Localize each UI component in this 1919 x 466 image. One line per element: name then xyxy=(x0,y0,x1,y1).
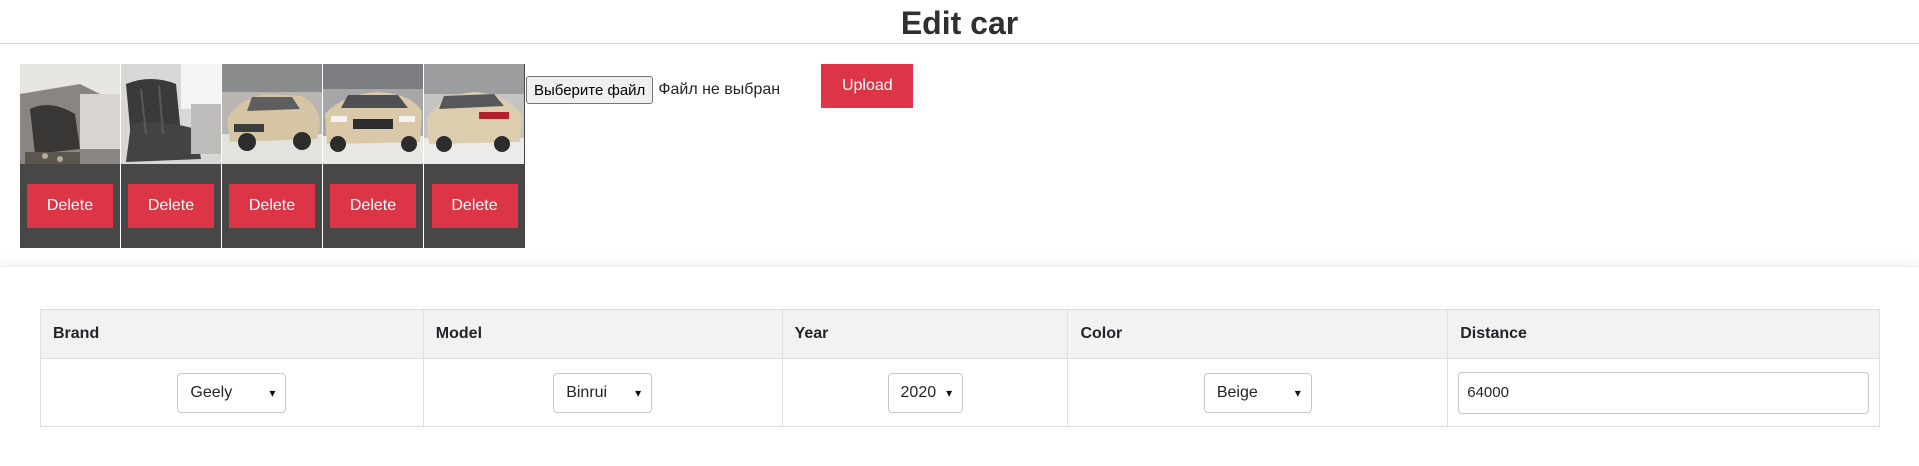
car-photo-interior-front xyxy=(20,64,120,164)
page-title: Edit car xyxy=(900,4,1019,41)
photo-card: Delete xyxy=(323,64,424,248)
distance-input[interactable] xyxy=(1458,371,1869,414)
color-select-value: Beige xyxy=(1216,383,1258,401)
photo-card: Delete xyxy=(424,64,525,248)
car-photo-exterior-front xyxy=(323,64,423,164)
car-details-table: Brand Model Year Color Distance Geely ▾ … xyxy=(40,309,1880,427)
chevron-down-icon: ▾ xyxy=(635,385,642,400)
photo-actions: Delete xyxy=(323,164,423,248)
delete-photo-button[interactable]: Delete xyxy=(27,184,113,228)
delete-photo-button[interactable]: Delete xyxy=(330,184,416,228)
brand-select-value: Geely xyxy=(190,383,233,401)
chevron-down-icon: ▾ xyxy=(1294,385,1301,400)
car-photo-exterior-front-left xyxy=(222,64,322,164)
column-header-color: Color xyxy=(1067,309,1449,359)
delete-photo-button[interactable]: Delete xyxy=(431,184,518,228)
year-select-value: 2020 xyxy=(900,383,937,401)
upload-button[interactable]: Upload xyxy=(821,64,914,108)
color-select[interactable]: Beige ▾ xyxy=(1203,372,1312,413)
photo-card: Delete xyxy=(222,64,323,248)
page-header: Edit car xyxy=(0,0,1919,44)
car-photo-interior-rear xyxy=(121,64,221,164)
photo-actions: Delete xyxy=(121,164,221,248)
column-header-brand: Brand xyxy=(40,309,424,359)
distance-cell xyxy=(1447,358,1880,427)
year-cell: 2020 ▾ xyxy=(781,358,1069,427)
upload-area: Выберите файл Файл не выбран Upload xyxy=(526,64,914,108)
model-cell: Binrui ▾ xyxy=(422,358,783,427)
delete-photo-button[interactable]: Delete xyxy=(229,184,315,228)
brand-cell: Geely ▾ xyxy=(40,358,424,427)
chevron-down-icon: ▾ xyxy=(269,385,276,400)
column-header-year: Year xyxy=(781,309,1069,359)
photo-actions: Delete xyxy=(222,164,322,248)
car-details-panel: Brand Model Year Color Distance Geely ▾ … xyxy=(0,266,1919,466)
choose-file-button[interactable]: Выберите файл xyxy=(526,76,654,104)
photo-actions: Delete xyxy=(20,164,120,248)
gallery-row: Delete Delete Delete Delete Delete Выбер… xyxy=(20,64,914,248)
model-select-value: Binrui xyxy=(566,383,608,401)
photo-actions: Delete xyxy=(424,164,525,248)
car-photo-exterior-rear xyxy=(424,64,524,164)
column-header-model: Model xyxy=(422,309,783,359)
photo-card: Delete xyxy=(20,64,121,248)
table-row: Geely ▾ Binrui ▾ 2020 ▾ Beige ▾ 64000 xyxy=(40,358,1880,427)
year-select[interactable]: 2020 ▾ xyxy=(887,372,963,413)
color-cell: Beige ▾ xyxy=(1067,358,1449,427)
delete-photo-button[interactable]: Delete xyxy=(128,184,214,228)
model-select[interactable]: Binrui ▾ xyxy=(553,372,653,413)
column-header-distance: Distance xyxy=(1447,309,1880,359)
chevron-down-icon: ▾ xyxy=(946,385,953,400)
photo-card: Delete xyxy=(121,64,222,248)
photo-gallery: Delete Delete Delete Delete Delete xyxy=(20,64,525,248)
file-status-text: Файл не выбран xyxy=(658,81,781,98)
brand-select[interactable]: Geely ▾ xyxy=(177,372,287,413)
table-header-row: Brand Model Year Color Distance xyxy=(40,309,1880,359)
